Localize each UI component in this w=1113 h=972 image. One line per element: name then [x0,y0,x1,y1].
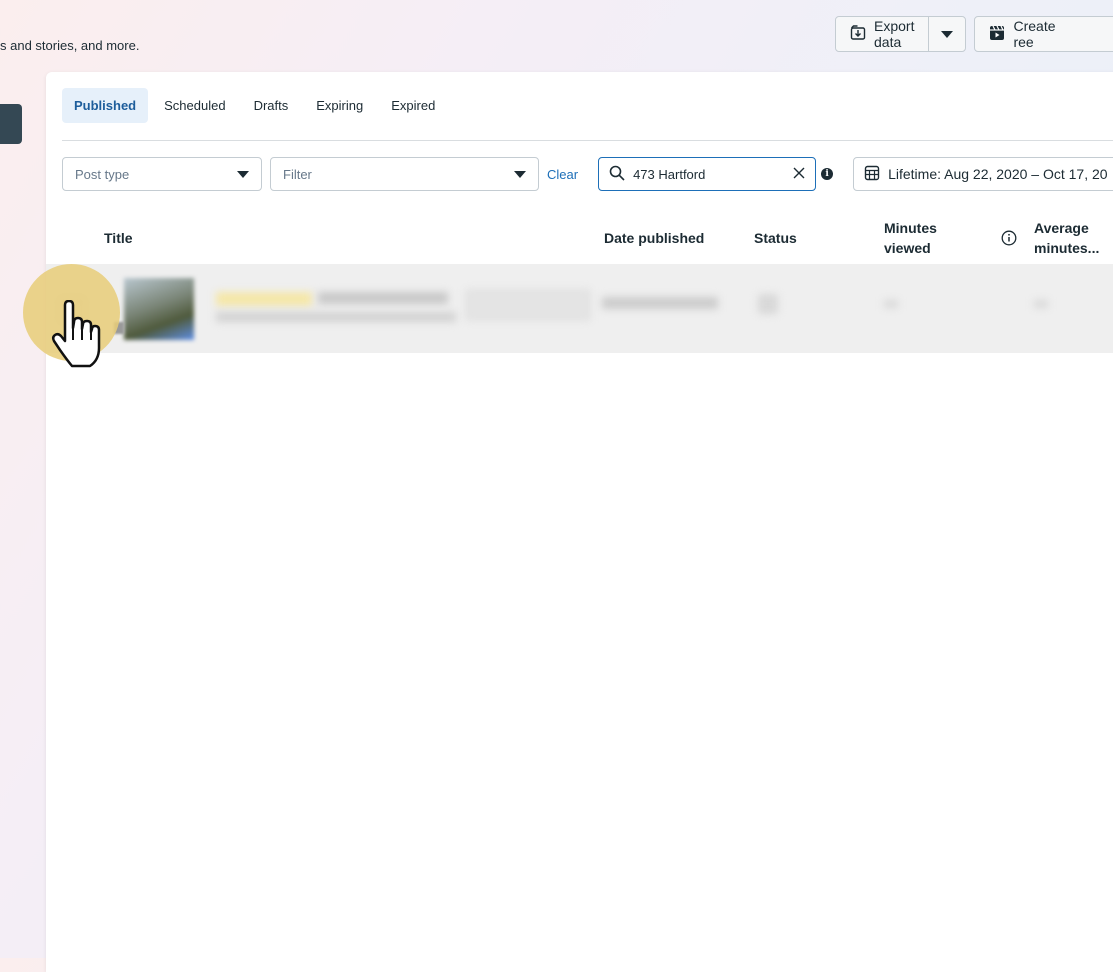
create-reel-button[interactable]: Create ree [974,16,1113,52]
date-range-picker[interactable]: Lifetime: Aug 22, 2020 – Oct 17, 20 [853,157,1113,191]
column-status[interactable]: Status [754,212,797,264]
highlight-bar [216,292,312,306]
export-icon [850,24,866,44]
top-actions: Export data Create ree [835,16,1113,52]
post-type-placeholder: Post type [75,166,130,182]
table-header: Title Date published Status Minutes view… [46,212,1113,264]
info-icon[interactable]: i [821,168,834,180]
chevron-down-icon [941,26,954,42]
tabs-divider [62,140,1113,141]
info-icon[interactable] [1001,212,1017,264]
column-title[interactable]: Title [104,212,133,264]
avg-minutes-blur [1034,300,1048,308]
clapperboard-icon [989,25,1005,44]
date-range-label: Lifetime: Aug 22, 2020 – Oct 17, 20 [888,166,1108,182]
tab-expired[interactable]: Expired [379,88,447,123]
column-average-minutes-line2: minutes... [1034,240,1100,256]
minutes-blur [884,300,898,308]
search-value: 473 Hartford [633,166,706,182]
description-blur [216,312,456,322]
content-panel: Published Scheduled Drafts Expiring Expi… [46,72,1113,972]
tab-scheduled[interactable]: Scheduled [152,88,237,123]
chevron-down-icon [237,171,249,178]
page-subtitle: s and stories, and more. [0,38,140,53]
column-average-minutes[interactable]: Average minutes... [1034,212,1099,264]
create-reel-label: Create ree [1013,18,1056,50]
close-icon[interactable] [793,167,805,182]
column-minutes-viewed-line2: viewed [884,240,931,256]
clear-filters-link[interactable]: Clear [547,167,578,182]
tab-expiring[interactable]: Expiring [304,88,375,123]
export-split-button: Export data [835,16,967,52]
export-options-button[interactable] [928,17,966,51]
calendar-icon [864,165,880,184]
column-average-minutes-line1: Average [1034,220,1089,236]
post-thumbnail [124,278,194,340]
filter-bar: Post type Filter Clear 473 Hartford i Li… [62,157,1113,191]
tab-published[interactable]: Published [62,88,149,123]
filter-placeholder: Filter [283,166,312,182]
title-blur [318,292,448,304]
export-data-button[interactable]: Export data [836,17,929,51]
column-date-published[interactable]: Date published [604,212,704,264]
pointer-hand-icon [50,299,104,375]
left-nav-active-item[interactable] [0,104,22,144]
tab-drafts[interactable]: Drafts [242,88,301,123]
boost-button[interactable] [466,290,590,320]
status-icon [758,294,778,314]
export-data-label: Export data [874,18,915,50]
post-type-select[interactable]: Post type [62,157,262,191]
search-input[interactable]: 473 Hartford [598,157,817,191]
chevron-down-icon [514,171,526,178]
column-minutes-viewed[interactable]: Minutes viewed [884,212,937,264]
filter-select[interactable]: Filter [270,157,539,191]
date-blur [602,297,718,309]
search-icon [609,165,625,184]
post-status-tabs: Published Scheduled Drafts Expiring Expi… [62,88,447,123]
table-row[interactable] [46,264,1113,353]
column-minutes-viewed-line1: Minutes [884,220,937,236]
